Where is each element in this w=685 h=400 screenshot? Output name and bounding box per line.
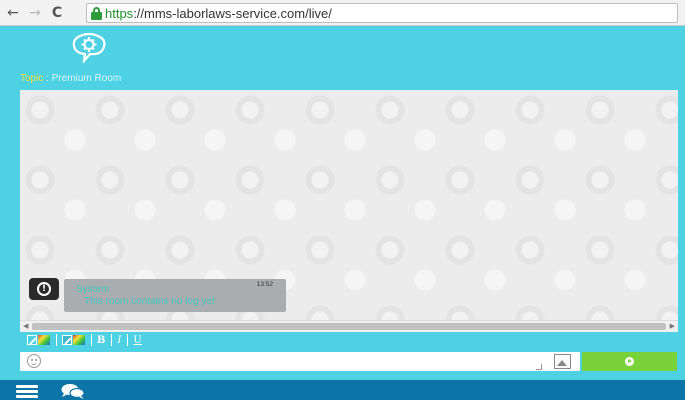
system-message: System 13:52 This room contains no log y… bbox=[64, 279, 286, 312]
toolbar-divider bbox=[56, 334, 57, 346]
scrollbar-thumb[interactable] bbox=[32, 323, 666, 330]
url-scheme: https bbox=[105, 5, 134, 21]
resize-handle[interactable] bbox=[536, 364, 542, 370]
bottom-navigation bbox=[0, 380, 685, 400]
formatting-toolbar: B I U bbox=[27, 333, 146, 347]
topic-line: Topic : Premium Room bbox=[20, 73, 121, 84]
toolbar-divider bbox=[127, 334, 129, 346]
pencil-icon bbox=[62, 335, 72, 345]
url-path: ://mms-laborlaws-service.com/live/ bbox=[133, 5, 332, 21]
pencil-icon bbox=[27, 335, 37, 345]
logo-icon bbox=[72, 33, 106, 63]
underline-button[interactable]: U bbox=[133, 334, 141, 346]
image-icon[interactable] bbox=[554, 354, 571, 369]
topic-value: Premium Room bbox=[51, 73, 122, 84]
toolbar-divider bbox=[111, 334, 113, 346]
alert-icon: ! bbox=[29, 278, 59, 300]
reload-icon[interactable]: C bbox=[48, 4, 66, 22]
toolbar-divider bbox=[91, 334, 92, 346]
scroll-left-icon[interactable]: ◀ bbox=[23, 322, 28, 330]
lock-icon bbox=[91, 6, 102, 20]
hamburger-icon[interactable] bbox=[16, 385, 38, 398]
color-palette-icon bbox=[38, 335, 50, 345]
topic-separator: : bbox=[43, 73, 52, 84]
forward-icon[interactable]: → bbox=[26, 4, 44, 22]
bold-button[interactable]: B bbox=[97, 334, 105, 346]
text-color-button[interactable] bbox=[27, 334, 50, 346]
message-text: This room contains no log yet bbox=[84, 296, 215, 307]
send-icon bbox=[625, 357, 634, 366]
chat-bubbles-icon[interactable] bbox=[60, 383, 86, 399]
topic-label: Topic bbox=[20, 73, 44, 84]
address-bar[interactable]: https://mms-laborlaws-service.com/live/ bbox=[86, 3, 678, 23]
message-time: 13:52 bbox=[256, 281, 273, 288]
color-palette-icon bbox=[73, 335, 85, 345]
smiley-icon[interactable] bbox=[27, 354, 41, 368]
background-color-button[interactable] bbox=[62, 334, 85, 346]
italic-button[interactable]: I bbox=[117, 334, 121, 346]
message-sender: System bbox=[76, 284, 110, 295]
scroll-right-icon[interactable]: ▶ bbox=[670, 322, 675, 330]
message-input[interactable] bbox=[20, 352, 580, 371]
browser-toolbar: ← → C https://mms-laborlaws-service.com/… bbox=[0, 0, 685, 26]
horizontal-scrollbar[interactable]: ◀ ▶ bbox=[20, 320, 678, 332]
back-icon[interactable]: ← bbox=[4, 4, 22, 22]
send-button[interactable] bbox=[582, 352, 677, 371]
